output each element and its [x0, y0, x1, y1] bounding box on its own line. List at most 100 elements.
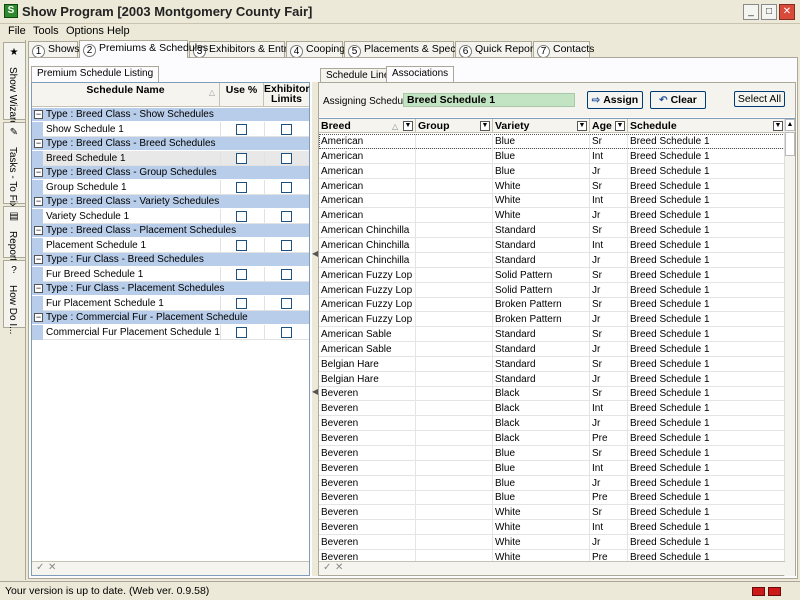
association-row[interactable]: American Chinchilla Standard Int Breed Sche…: [319, 237, 785, 253]
exhibitor-limits-checkbox[interactable]: [281, 182, 292, 193]
menu-options[interactable]: Options: [66, 25, 104, 37]
collapse-icon[interactable]: −: [34, 226, 43, 235]
tab-premium-schedule-listing[interactable]: Premium Schedule Listing: [31, 66, 160, 82]
exhibitor-limits-checkbox[interactable]: [281, 240, 292, 251]
check-icon[interactable]: ✓: [323, 562, 331, 573]
use-percent-checkbox[interactable]: [236, 298, 247, 309]
column-schedule[interactable]: Schedule ▼: [628, 119, 785, 133]
vertical-scrollbar[interactable]: ▲: [784, 119, 795, 576]
minimize-button[interactable]: _: [743, 4, 759, 20]
schedule-type-group[interactable]: − Type : Breed Class - Group Schedules: [32, 166, 309, 180]
menu-file[interactable]: File: [8, 25, 26, 37]
schedule-type-group[interactable]: − Type : Breed Class - Show Schedules: [32, 108, 309, 122]
collapse-icon[interactable]: −: [34, 139, 43, 148]
association-row[interactable]: American White Sr Breed Schedule 1: [319, 178, 785, 194]
association-row[interactable]: American Chinchilla Standard Jr Breed Sched…: [319, 252, 785, 268]
column-breed[interactable]: Breed △ ▼: [319, 119, 416, 133]
collapse-icon[interactable]: −: [34, 197, 43, 206]
use-percent-checkbox[interactable]: [236, 327, 247, 338]
collapse-icon[interactable]: −: [34, 284, 43, 293]
schedule-row[interactable]: Breed Schedule 1: [32, 151, 309, 166]
menu-tools[interactable]: Tools: [33, 25, 59, 37]
association-row[interactable]: American Blue Sr Breed Schedule 1: [319, 134, 785, 149]
exhibitor-limits-checkbox[interactable]: [281, 269, 292, 280]
collapse-icon[interactable]: −: [34, 313, 43, 322]
side-tab-show-wizard[interactable]: ★ Show Wizard: [3, 42, 25, 126]
filter-dropdown-icon[interactable]: ▼: [577, 121, 587, 131]
schedule-row[interactable]: Show Schedule 1: [32, 122, 309, 137]
association-row[interactable]: American Sable Standard Jr Breed Schedule 1: [319, 341, 785, 357]
column-use-percent[interactable]: Use %: [220, 83, 264, 107]
side-tab-reports[interactable]: ▤ Reports: [3, 206, 25, 266]
cancel-icon[interactable]: ✕: [335, 562, 343, 573]
tab-placements-specials[interactable]: 5 Placements & Specials: [344, 41, 471, 58]
use-percent-checkbox[interactable]: [236, 211, 247, 222]
collapse-icon[interactable]: −: [34, 255, 43, 264]
association-row[interactable]: American White Int Breed Schedule 1: [319, 193, 785, 209]
association-row[interactable]: American Chinchilla Standard Sr Breed Sched…: [319, 223, 785, 239]
clear-button[interactable]: ↶ Clear: [650, 91, 706, 109]
schedule-type-group[interactable]: − Type : Breed Class - Breed Schedules: [32, 137, 309, 151]
maximize-button[interactable]: □: [761, 4, 777, 20]
association-row[interactable]: Beveren Black Sr Breed Schedule 1: [319, 386, 785, 402]
association-row[interactable]: Beveren Blue Pre Breed Schedule 1: [319, 490, 785, 506]
association-row[interactable]: Beveren White Sr Breed Schedule 1: [319, 505, 785, 521]
association-row[interactable]: American Fuzzy Lop Solid Pattern Sr Breed S…: [319, 267, 785, 283]
side-tab-how-do-i[interactable]: ? How Do I...: [3, 260, 25, 334]
cancel-icon[interactable]: ✕: [48, 562, 56, 573]
use-percent-checkbox[interactable]: [236, 124, 247, 135]
association-row[interactable]: Beveren Blue Jr Breed Schedule 1: [319, 475, 785, 491]
association-row[interactable]: American Fuzzy Lop Broken Pattern Jr Breed …: [319, 312, 785, 328]
association-row[interactable]: American Fuzzy Lop Solid Pattern Jr Breed S…: [319, 282, 785, 298]
collapse-icon[interactable]: −: [34, 110, 43, 119]
association-row[interactable]: American White Jr Breed Schedule 1: [319, 208, 785, 224]
tab-contacts[interactable]: 7 Contacts: [533, 41, 594, 58]
association-row[interactable]: Beveren Blue Int Breed Schedule 1: [319, 460, 785, 476]
association-row[interactable]: Beveren Black Int Breed Schedule 1: [319, 401, 785, 417]
exhibitor-limits-checkbox[interactable]: [281, 211, 292, 222]
schedule-row[interactable]: Fur Breed Schedule 1: [32, 267, 309, 282]
filter-dropdown-icon[interactable]: ▼: [615, 121, 625, 131]
exhibitor-limits-checkbox[interactable]: [281, 298, 292, 309]
schedule-row[interactable]: Fur Placement Schedule 1: [32, 296, 309, 311]
association-row[interactable]: Belgian Hare Standard Jr Breed Schedule 1: [319, 371, 785, 387]
column-variety[interactable]: Variety ▼: [493, 119, 590, 133]
schedule-row[interactable]: Group Schedule 1: [32, 180, 309, 195]
association-row[interactable]: Belgian Hare Standard Sr Breed Schedule 1: [319, 356, 785, 372]
scroll-thumb[interactable]: [785, 132, 795, 156]
use-percent-checkbox[interactable]: [236, 240, 247, 251]
filter-dropdown-icon[interactable]: ▼: [480, 121, 490, 131]
association-row[interactable]: American Sable Standard Sr Breed Schedule 1: [319, 327, 785, 343]
association-row[interactable]: American Blue Jr Breed Schedule 1: [319, 163, 785, 179]
schedule-type-group[interactable]: − Type : Commercial Fur - Placement Sched…: [32, 311, 309, 325]
exhibitor-limits-checkbox[interactable]: [281, 153, 292, 164]
tab-premiums-schedules[interactable]: 2 Premiums & Schedules: [79, 40, 208, 58]
column-group[interactable]: Group ▼: [416, 119, 493, 133]
tab-cooping[interactable]: 4 Cooping: [286, 41, 345, 58]
schedule-type-group[interactable]: − Type : Breed Class - Variety Schedules: [32, 195, 309, 209]
tab-shows[interactable]: 1 Shows: [28, 41, 80, 58]
use-percent-checkbox[interactable]: [236, 153, 247, 164]
tab-quick-reports[interactable]: 6 Quick Reports: [455, 41, 542, 58]
association-row[interactable]: Beveren Black Pre Breed Schedule 1: [319, 431, 785, 446]
association-row[interactable]: American Blue Int Breed Schedule 1: [319, 148, 785, 164]
tab-associations[interactable]: Associations: [386, 66, 455, 82]
use-percent-checkbox[interactable]: [236, 269, 247, 280]
assign-button[interactable]: ⇨ Assign: [587, 91, 643, 109]
filter-dropdown-icon[interactable]: ▼: [773, 121, 783, 131]
association-row[interactable]: Beveren Black Jr Breed Schedule 1: [319, 416, 785, 432]
column-age[interactable]: Age ▼: [590, 119, 628, 133]
schedule-row[interactable]: Commercial Fur Placement Schedule 1: [32, 325, 309, 340]
scroll-up-icon[interactable]: ▲: [785, 119, 795, 131]
side-tab-tasks[interactable]: ✎ Tasks - To Fix: [3, 122, 25, 208]
column-schedule-name[interactable]: Schedule Name △: [32, 83, 220, 107]
association-row[interactable]: Beveren Blue Sr Breed Schedule 1: [319, 445, 785, 461]
exhibitor-limits-checkbox[interactable]: [281, 327, 292, 338]
filter-dropdown-icon[interactable]: ▼: [403, 121, 413, 131]
schedule-row[interactable]: Placement Schedule 1: [32, 238, 309, 253]
column-exhibitor-limits[interactable]: Exhibitor Limits: [264, 83, 310, 107]
check-icon[interactable]: ✓: [36, 562, 44, 573]
schedule-type-group[interactable]: − Type : Fur Class - Placement Schedules: [32, 282, 309, 296]
exhibitor-limits-checkbox[interactable]: [281, 124, 292, 135]
association-row[interactable]: Beveren White Jr Breed Schedule 1: [319, 534, 785, 550]
